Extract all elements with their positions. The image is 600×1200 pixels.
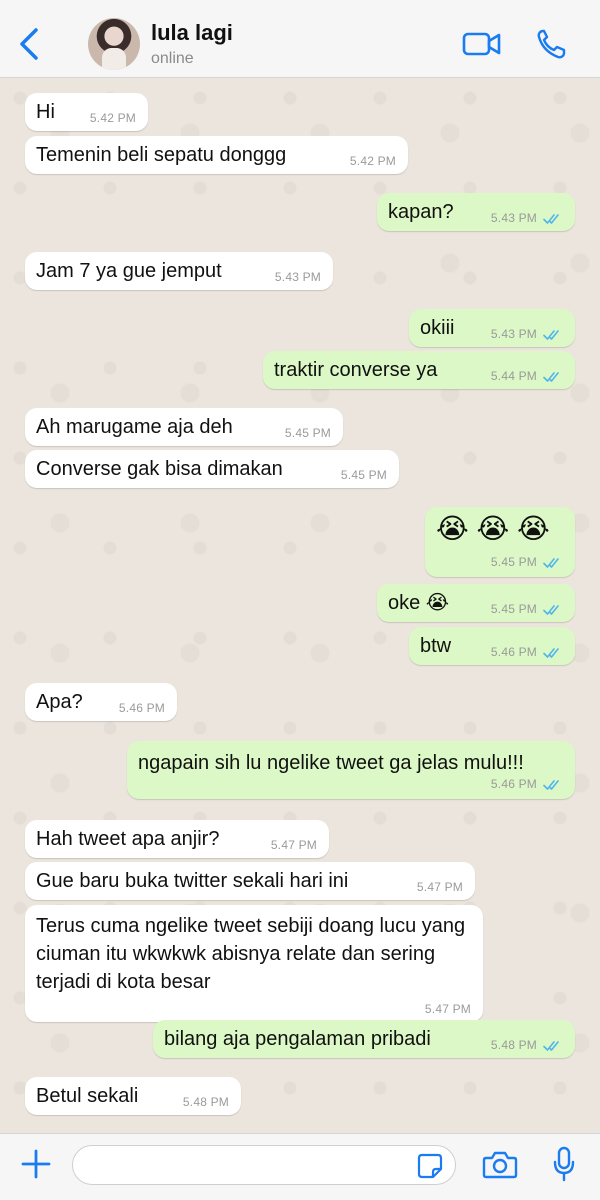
message-text: Jam 7 ya gue jemput — [36, 260, 222, 282]
chat-header: lula lagi online — [0, 0, 600, 78]
message-text: Converse gak bisa dimakan — [36, 458, 283, 480]
message-bubble-outgoing[interactable]: kapan? 5.43 PM — [377, 193, 575, 231]
message-time: 5.44 PM — [490, 369, 537, 383]
phone-icon[interactable] — [536, 28, 566, 60]
message-bubble-outgoing[interactable]: ngapain sih lu ngelike tweet ga jelas mu… — [127, 741, 575, 799]
message-bubble-incoming[interactable]: Converse gak bisa dimakan 5.45 PM — [25, 450, 399, 488]
message-input[interactable] — [72, 1145, 456, 1185]
message-time: 5.43 PM — [490, 211, 537, 225]
message-time: 5.43 PM — [274, 270, 321, 284]
message-bubble-incoming[interactable]: Betul sekali 5.48 PM — [25, 1077, 241, 1115]
read-receipt-icon — [543, 648, 559, 658]
message-text: Gue baru buka twitter sekali hari ini — [36, 870, 349, 892]
message-time: 5.47 PM — [424, 1002, 471, 1016]
message-time: 5.45 PM — [340, 468, 387, 482]
plus-icon[interactable] — [20, 1148, 52, 1180]
composer-bar — [0, 1133, 600, 1200]
message-bubble-incoming[interactable]: Hi 5.42 PM — [25, 93, 148, 131]
read-receipt-icon — [543, 780, 559, 790]
message-time: 5.48 PM — [490, 1038, 537, 1052]
read-receipt-icon — [543, 214, 559, 224]
message-text: ngapain sih lu ngelike tweet ga jelas mu… — [138, 752, 524, 774]
message-text: Hi — [36, 101, 55, 123]
message-time: 5.47 PM — [416, 880, 463, 894]
message-bubble-incoming[interactable]: Apa? 5.46 PM — [25, 683, 177, 721]
message-time: 5.45 PM — [490, 555, 537, 569]
message-bubble-incoming[interactable]: Jam 7 ya gue jemput 5.43 PM — [25, 252, 333, 290]
message-time: 5.46 PM — [118, 701, 165, 715]
message-text: btw — [420, 635, 452, 657]
message-time: 5.42 PM — [89, 111, 136, 125]
message-bubble-outgoing[interactable]: traktir converse ya 5.44 PM — [263, 351, 575, 389]
message-text: kapan? — [388, 201, 454, 223]
read-receipt-icon — [543, 372, 559, 382]
contact-name[interactable]: lula lagi — [151, 20, 233, 46]
microphone-icon[interactable] — [552, 1146, 576, 1182]
message-bubble-incoming[interactable]: Temenin beli sepatu donggg 5.42 PM — [25, 136, 408, 174]
message-bubble-outgoing[interactable]: bilang aja pengalaman pribadi 5.48 PM — [153, 1020, 575, 1058]
message-text: okiii — [420, 317, 455, 339]
message-list[interactable]: Hi 5.42 PM Temenin beli sepatu donggg 5.… — [0, 78, 600, 1133]
read-receipt-icon — [543, 605, 559, 615]
message-bubble-incoming[interactable]: Ah marugame aja deh 5.45 PM — [25, 408, 343, 446]
message-bubble-outgoing[interactable]: 😭 😭 😭 5.45 PM — [425, 507, 575, 577]
message-time: 5.43 PM — [490, 327, 537, 341]
message-time: 5.46 PM — [490, 645, 537, 659]
message-bubble-incoming[interactable]: Terus cuma ngelike tweet sebiji doang lu… — [25, 905, 483, 1022]
message-text: 😭 😭 😭 — [436, 513, 550, 544]
message-time: 5.46 PM — [490, 777, 537, 791]
message-bubble-outgoing[interactable]: btw 5.46 PM — [409, 627, 575, 665]
back-chevron-icon[interactable] — [14, 26, 44, 62]
message-time: 5.47 PM — [270, 838, 317, 852]
contact-avatar[interactable] — [88, 18, 140, 70]
read-receipt-icon — [543, 1041, 559, 1051]
message-time: 5.48 PM — [182, 1095, 229, 1109]
message-text: Temenin beli sepatu donggg — [36, 144, 287, 166]
message-text: Ah marugame aja deh — [36, 416, 233, 438]
message-text: Terus cuma ngelike tweet sebiji doang lu… — [36, 915, 466, 993]
message-bubble-outgoing[interactable]: okiii 5.43 PM — [409, 309, 575, 347]
message-time: 5.45 PM — [284, 426, 331, 440]
message-text: Betul sekali — [36, 1085, 139, 1107]
read-receipt-icon — [543, 558, 559, 568]
message-bubble-incoming[interactable]: Hah tweet apa anjir? 5.47 PM — [25, 820, 329, 858]
read-receipt-icon — [543, 330, 559, 340]
message-time: 5.45 PM — [490, 602, 537, 616]
message-bubble-incoming[interactable]: Gue baru buka twitter sekali hari ini 5.… — [25, 862, 475, 900]
sticker-icon[interactable] — [416, 1152, 444, 1180]
camera-icon[interactable] — [482, 1150, 518, 1180]
message-text: Apa? — [36, 691, 83, 713]
message-text: bilang aja pengalaman pribadi — [164, 1028, 431, 1050]
message-text: Hah tweet apa anjir? — [36, 828, 220, 850]
video-call-icon[interactable] — [462, 30, 502, 58]
message-text: traktir converse ya — [274, 359, 438, 381]
message-bubble-outgoing[interactable]: oke 😭 5.45 PM — [377, 584, 575, 622]
message-text: oke 😭 — [388, 592, 450, 614]
message-time: 5.42 PM — [349, 154, 396, 168]
contact-status: online — [151, 50, 194, 67]
